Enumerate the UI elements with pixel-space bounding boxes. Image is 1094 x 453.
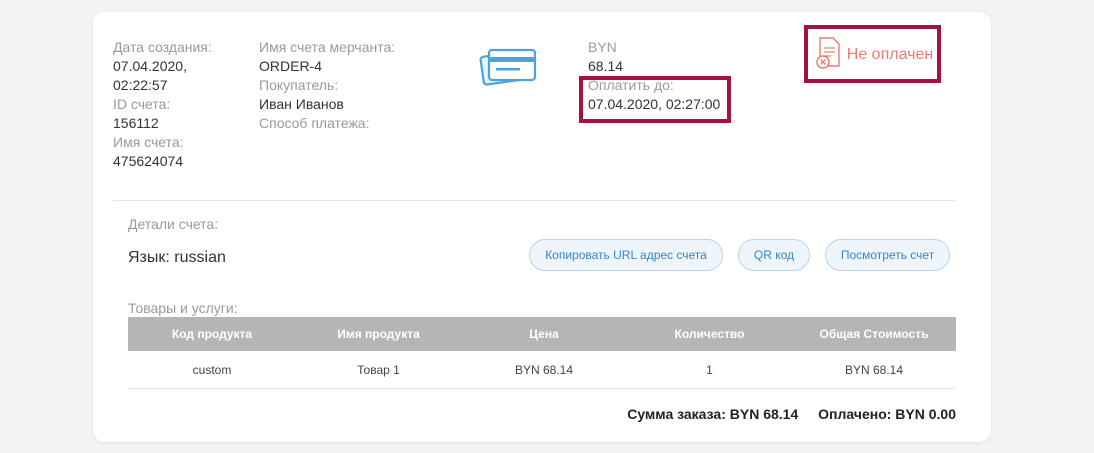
invoice-meta-column: Дата создания: 07.04.2020, 02:22:57 ID с… — [113, 38, 248, 171]
currency-label: BYN — [588, 39, 617, 55]
header-price: Цена — [529, 327, 559, 341]
created-label: Дата создания: — [113, 39, 212, 55]
language-text: Язык: russian — [128, 249, 226, 266]
cell-product-name: Товар 1 — [357, 362, 400, 377]
amount-value: 68.14 — [588, 58, 624, 74]
invoice-card: Дата создания: 07.04.2020, 02:22:57 ID с… — [93, 12, 991, 442]
created-value-time: 02:22:57 — [113, 77, 168, 93]
status-highlight — [804, 25, 941, 83]
table-header: Код продукта Имя продукта Цена Количеств… — [128, 317, 956, 351]
header-product-name: Имя продукта — [337, 327, 420, 341]
table-row: custom Товар 1 BYN 68.14 1 BYN 68.14 — [128, 351, 956, 389]
cell-price: BYN 68.14 — [514, 362, 574, 377]
order-sum: Сумма заказа: BYN 68.14 — [627, 406, 799, 422]
invoice-name-label: Имя счета: — [113, 134, 184, 150]
header-product-code: Код продукта — [171, 327, 253, 341]
invoice-id-value: 156112 — [113, 115, 159, 131]
header-quantity: Количество — [674, 327, 745, 341]
created-value-date: 07.04.2020, — [113, 58, 187, 74]
header-total: Общая Стоимость — [819, 327, 929, 341]
cell-product-code: custom — [192, 362, 232, 377]
view-invoice-button[interactable]: Посмотреть счет — [825, 239, 950, 271]
cell-total: BYN 68.14 — [844, 362, 904, 377]
invoice-id-label: ID счета: — [113, 96, 171, 112]
credit-card-icon — [479, 42, 539, 90]
section-divider — [113, 200, 956, 201]
qr-code-button[interactable]: QR код — [738, 239, 810, 271]
merchant-column: Имя счета мерчанта: ORDER-4 Покупатель: … — [259, 38, 449, 133]
details-label: Детали счета: — [128, 216, 219, 232]
merchant-name-value: ORDER-4 — [259, 58, 323, 74]
buyer-value: Иван Иванов — [259, 96, 344, 112]
invoice-name-value: 475624074 — [113, 153, 184, 169]
products-table: Код продукта Имя продукта Цена Количеств… — [128, 317, 956, 389]
order-totals: Сумма заказа: BYN 68.14 Оплачено: BYN 0.… — [493, 406, 956, 422]
buyer-label: Покупатель: — [259, 77, 339, 93]
goods-label: Товары и услуги: — [128, 300, 238, 316]
payment-method-label: Способ платежа: — [259, 115, 370, 131]
pay-until-highlight — [579, 76, 731, 123]
merchant-name-label: Имя счета мерчанта: — [259, 39, 396, 55]
cell-quantity: 1 — [706, 362, 713, 377]
paid-amount: Оплачено: BYN 0.00 — [818, 406, 956, 422]
copy-url-button[interactable]: Копировать URL адрес счета — [529, 239, 723, 271]
